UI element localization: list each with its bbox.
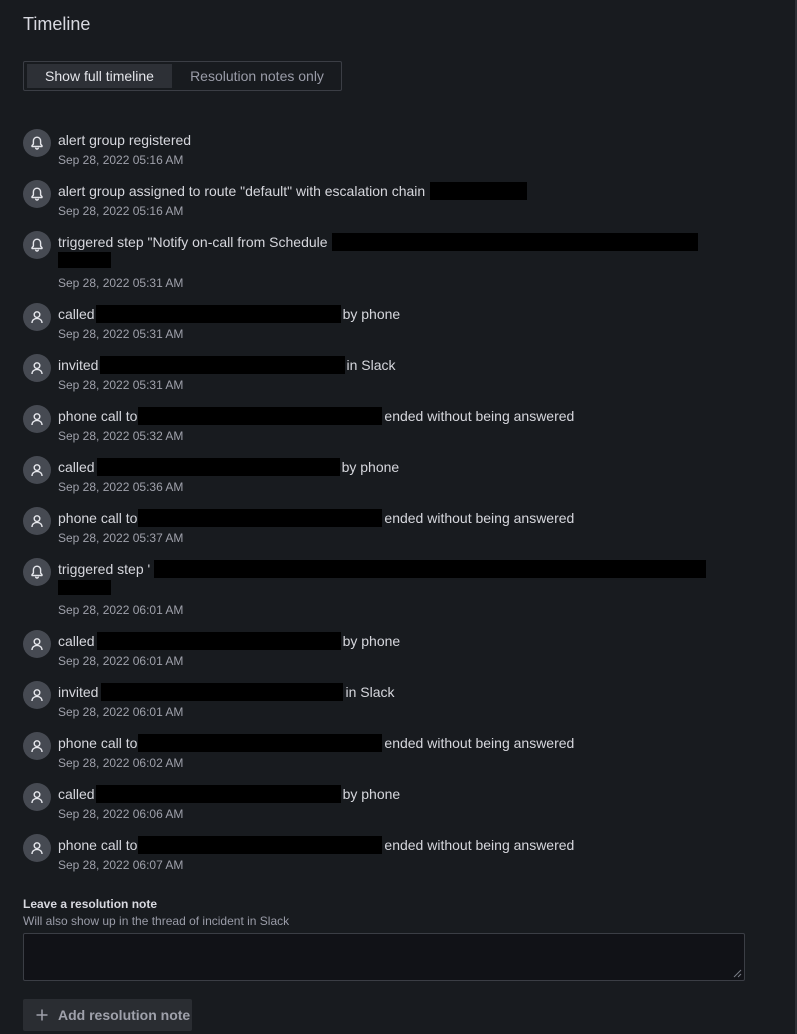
show-full-timeline-option[interactable]: Show full timeline xyxy=(27,64,172,88)
timeline-text-prefix: called xyxy=(58,633,95,649)
timeline-text: phone call to ended without being answere… xyxy=(58,407,574,425)
redacted-block xyxy=(154,560,707,578)
timeline-text: invited in Slack xyxy=(58,356,396,374)
resolution-notes-only-option[interactable]: Resolution notes only xyxy=(174,64,340,88)
redacted-block xyxy=(101,683,344,701)
timeline-text: alert group assigned to route "default" … xyxy=(58,182,528,200)
bell-icon xyxy=(23,558,51,586)
timeline-timestamp: Sep 28, 2022 05:37 AM xyxy=(58,531,184,545)
redacted-block xyxy=(95,785,341,803)
timeline-text-suffix: in Slack xyxy=(346,357,396,373)
user-icon xyxy=(23,681,51,709)
timeline-text: called by phone xyxy=(58,632,400,650)
redacted-block xyxy=(96,632,341,650)
timeline-text-prefix: alert group assigned to route "default" … xyxy=(58,183,426,199)
bell-icon xyxy=(23,231,51,259)
timeline-text: alert group registered xyxy=(58,132,192,148)
resolution-note-label: Leave a resolution note xyxy=(23,897,158,911)
timeline-text-suffix: by phone xyxy=(341,459,400,475)
timeline-text: phone call to ended without being answere… xyxy=(58,734,574,752)
timeline-text-prefix: invited xyxy=(58,684,99,700)
redacted-block xyxy=(430,182,528,200)
resolution-note-input[interactable] xyxy=(23,933,745,981)
timeline-text-suffix: ended without being answered xyxy=(384,510,575,526)
timeline-timestamp: Sep 28, 2022 06:01 AM xyxy=(58,654,184,668)
timeline-timestamp: Sep 28, 2022 06:07 AM xyxy=(58,858,184,872)
user-icon xyxy=(23,732,51,760)
redacted-block xyxy=(95,305,341,323)
timeline-text-suffix: ended without being answered xyxy=(384,837,575,853)
timeline-view-toggle: Show full timeline Resolution notes only xyxy=(23,61,342,91)
timeline-text-suffix: by phone xyxy=(342,786,401,802)
user-icon xyxy=(23,783,51,811)
timeline-text: called by phone xyxy=(58,305,400,323)
timeline-text: triggered step ' xyxy=(58,560,707,578)
add-resolution-note-label: Add resolution note xyxy=(58,1007,191,1023)
timeline-text-prefix: called xyxy=(58,459,95,475)
timeline-text-suffix: ended without being answered xyxy=(384,408,575,424)
resolution-note-description: Will also show up in the thread of incid… xyxy=(23,914,290,928)
user-icon xyxy=(23,630,51,658)
timeline-text-prefix: invited xyxy=(58,357,99,373)
timeline-text: phone call to ended without being answere… xyxy=(58,509,574,527)
timeline-text-suffix: by phone xyxy=(342,633,401,649)
timeline-text: triggered step "Notify on-call from Sche… xyxy=(58,233,699,251)
timeline-text-suffix: in Slack xyxy=(345,684,395,700)
timeline-timestamp: Sep 28, 2022 05:16 AM xyxy=(58,153,184,167)
timeline-text: called by phone xyxy=(58,458,399,476)
bell-icon xyxy=(23,180,51,208)
timeline-text-prefix: phone call to xyxy=(58,408,138,424)
timeline-timestamp: Sep 28, 2022 05:31 AM xyxy=(58,276,184,290)
redacted-block xyxy=(138,734,383,752)
redacted-block xyxy=(58,252,111,268)
timeline-text-prefix: triggered step "Notify on-call from Sche… xyxy=(58,234,328,250)
timeline-timestamp: Sep 28, 2022 05:32 AM xyxy=(58,429,184,443)
page-title: Timeline xyxy=(23,14,91,34)
redacted-block xyxy=(332,233,699,251)
add-resolution-note-button[interactable]: Add resolution note xyxy=(23,999,192,1031)
timeline-text-prefix: phone call to xyxy=(58,735,138,751)
timeline-text-prefix: called xyxy=(58,306,95,322)
redacted-block xyxy=(138,836,383,854)
user-icon xyxy=(23,834,51,862)
timeline-timestamp: Sep 28, 2022 05:31 AM xyxy=(58,378,184,392)
timeline-timestamp: Sep 28, 2022 05:16 AM xyxy=(58,204,184,218)
user-icon xyxy=(23,303,51,331)
timeline-timestamp: Sep 28, 2022 06:01 AM xyxy=(58,705,184,719)
redacted-block xyxy=(100,356,346,374)
timeline-text-prefix: phone call to xyxy=(58,510,138,526)
timeline-text-suffix: ended without being answered xyxy=(384,735,575,751)
timeline-timestamp: Sep 28, 2022 06:02 AM xyxy=(58,756,184,770)
timeline-text-prefix: triggered step ' xyxy=(58,561,151,577)
plus-icon xyxy=(36,1009,48,1021)
timeline-timestamp: Sep 28, 2022 06:06 AM xyxy=(58,807,184,821)
user-icon xyxy=(23,354,51,382)
redacted-block xyxy=(96,458,340,476)
timeline-timestamp: Sep 28, 2022 06:01 AM xyxy=(58,603,184,617)
timeline-timestamp: Sep 28, 2022 05:36 AM xyxy=(58,480,184,494)
timeline-text: called by phone xyxy=(58,785,400,803)
user-icon xyxy=(23,456,51,484)
timeline-text-suffix: by phone xyxy=(342,306,401,322)
redacted-block xyxy=(58,580,111,595)
timeline-text-prefix: phone call to xyxy=(58,837,138,853)
timeline-text: phone call to ended without being answere… xyxy=(58,836,574,854)
bell-icon xyxy=(23,129,51,157)
timeline-text-prefix: called xyxy=(58,786,95,802)
timeline-timestamp: Sep 28, 2022 05:31 AM xyxy=(58,327,184,341)
timeline-text: invited in Slack xyxy=(58,683,395,701)
user-icon xyxy=(23,405,51,433)
user-icon xyxy=(23,507,51,535)
resize-grip-icon[interactable] xyxy=(732,968,742,978)
redacted-block xyxy=(138,407,383,425)
redacted-block xyxy=(138,509,383,527)
